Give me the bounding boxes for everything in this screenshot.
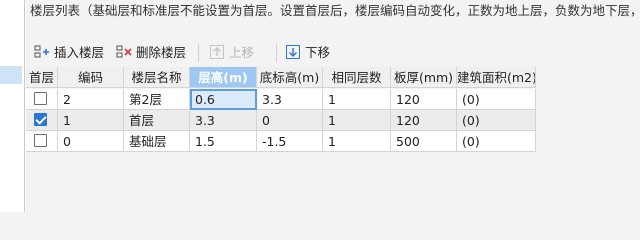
left-panel-divider [24, 0, 25, 212]
table-row[interactable]: 0 基础层 1.5 -1.5 1 500 (0) [26, 131, 640, 152]
toolbar-separator [276, 44, 277, 62]
column-header-first-floor[interactable]: 首层 [26, 67, 58, 88]
same-count-cell[interactable]: 1 [323, 131, 391, 152]
column-header-floor-name[interactable]: 楼层名称 [124, 67, 190, 88]
slab-thickness-cell[interactable]: 500 [391, 131, 457, 152]
floor-area-cell[interactable]: (0) [457, 110, 536, 131]
table-header-row: 首层 编码 楼层名称 层高(m) 底标高(m) 相同层数 板厚(mm) 建筑面积… [26, 67, 640, 88]
arrow-down-icon [285, 43, 301, 59]
first-floor-checkbox[interactable] [34, 134, 47, 147]
move-up-button[interactable]: 上移 [209, 40, 254, 66]
floor-name-cell[interactable]: 基础层 [124, 131, 190, 152]
first-floor-cell[interactable] [26, 131, 58, 152]
table-row[interactable]: 1 首层 3.3 0 1 120 (0) [26, 110, 640, 131]
column-header-slab-thickness[interactable]: 板厚(mm) [391, 67, 457, 88]
move-down-button[interactable]: 下移 [285, 40, 330, 66]
move-down-label: 下移 [305, 45, 331, 60]
column-header-code[interactable]: 编码 [58, 67, 124, 88]
floor-name-cell[interactable]: 第2层 [124, 89, 190, 110]
first-floor-cell[interactable] [26, 89, 58, 110]
code-cell[interactable]: 2 [58, 89, 124, 110]
arrow-up-icon [209, 43, 225, 59]
bottom-elevation-cell[interactable]: 0 [257, 110, 323, 131]
move-up-label: 上移 [229, 45, 255, 60]
delete-floor-label: 删除楼层 [136, 45, 187, 60]
floor-toolbar: 插入楼层 删除楼层 上移 下移 [26, 40, 640, 66]
code-cell[interactable]: 1 [58, 110, 124, 131]
bottom-elevation-cell[interactable]: 3.3 [257, 89, 323, 110]
floor-area-cell[interactable]: (0) [457, 89, 536, 110]
same-count-cell[interactable]: 1 [323, 89, 391, 110]
toolbar-separator [198, 44, 199, 62]
height-cell[interactable]: 3.3 [190, 110, 257, 131]
column-header-bottom-elevation[interactable]: 底标高(m) [257, 67, 323, 88]
table-row[interactable]: 2 第2层 0.6 3.3 1 120 (0) [26, 89, 640, 110]
first-floor-checkbox[interactable] [34, 92, 47, 105]
slab-thickness-cell[interactable]: 120 [391, 110, 457, 131]
first-floor-checkbox-checked[interactable] [34, 113, 47, 126]
floor-list-panel: 楼层列表（基础层和标准层不能设置为首层。设置首层后，楼层编码自动变化，正数为地上… [26, 0, 640, 212]
delete-floor-icon [116, 43, 132, 59]
insert-floor-button[interactable]: 插入楼层 [34, 40, 104, 66]
bottom-elevation-cell[interactable]: -1.5 [257, 131, 323, 152]
delete-floor-button[interactable]: 删除楼层 [116, 40, 186, 66]
code-cell[interactable]: 0 [58, 131, 124, 152]
first-floor-cell[interactable] [26, 110, 58, 131]
same-count-cell[interactable]: 1 [323, 110, 391, 131]
column-header-same-count[interactable]: 相同层数 [323, 67, 391, 88]
insert-floor-icon [34, 43, 50, 59]
height-cell-editing[interactable]: 0.6 [190, 89, 257, 110]
floor-name-cell[interactable]: 首层 [124, 110, 190, 131]
slab-thickness-cell[interactable]: 120 [391, 89, 457, 110]
left-tree-selected-item[interactable] [0, 66, 22, 84]
floor-area-cell[interactable]: (0) [457, 131, 536, 152]
panel-title: 楼层列表（基础层和标准层不能设置为首层。设置首层后，楼层编码自动变化，正数为地上… [30, 3, 640, 18]
column-header-floor-area[interactable]: 建筑面积(m2) [457, 67, 536, 88]
insert-floor-label: 插入楼层 [54, 45, 105, 60]
left-tree-panel [0, 0, 26, 212]
column-header-height[interactable]: 层高(m) [190, 67, 257, 88]
height-cell[interactable]: 1.5 [190, 131, 257, 152]
